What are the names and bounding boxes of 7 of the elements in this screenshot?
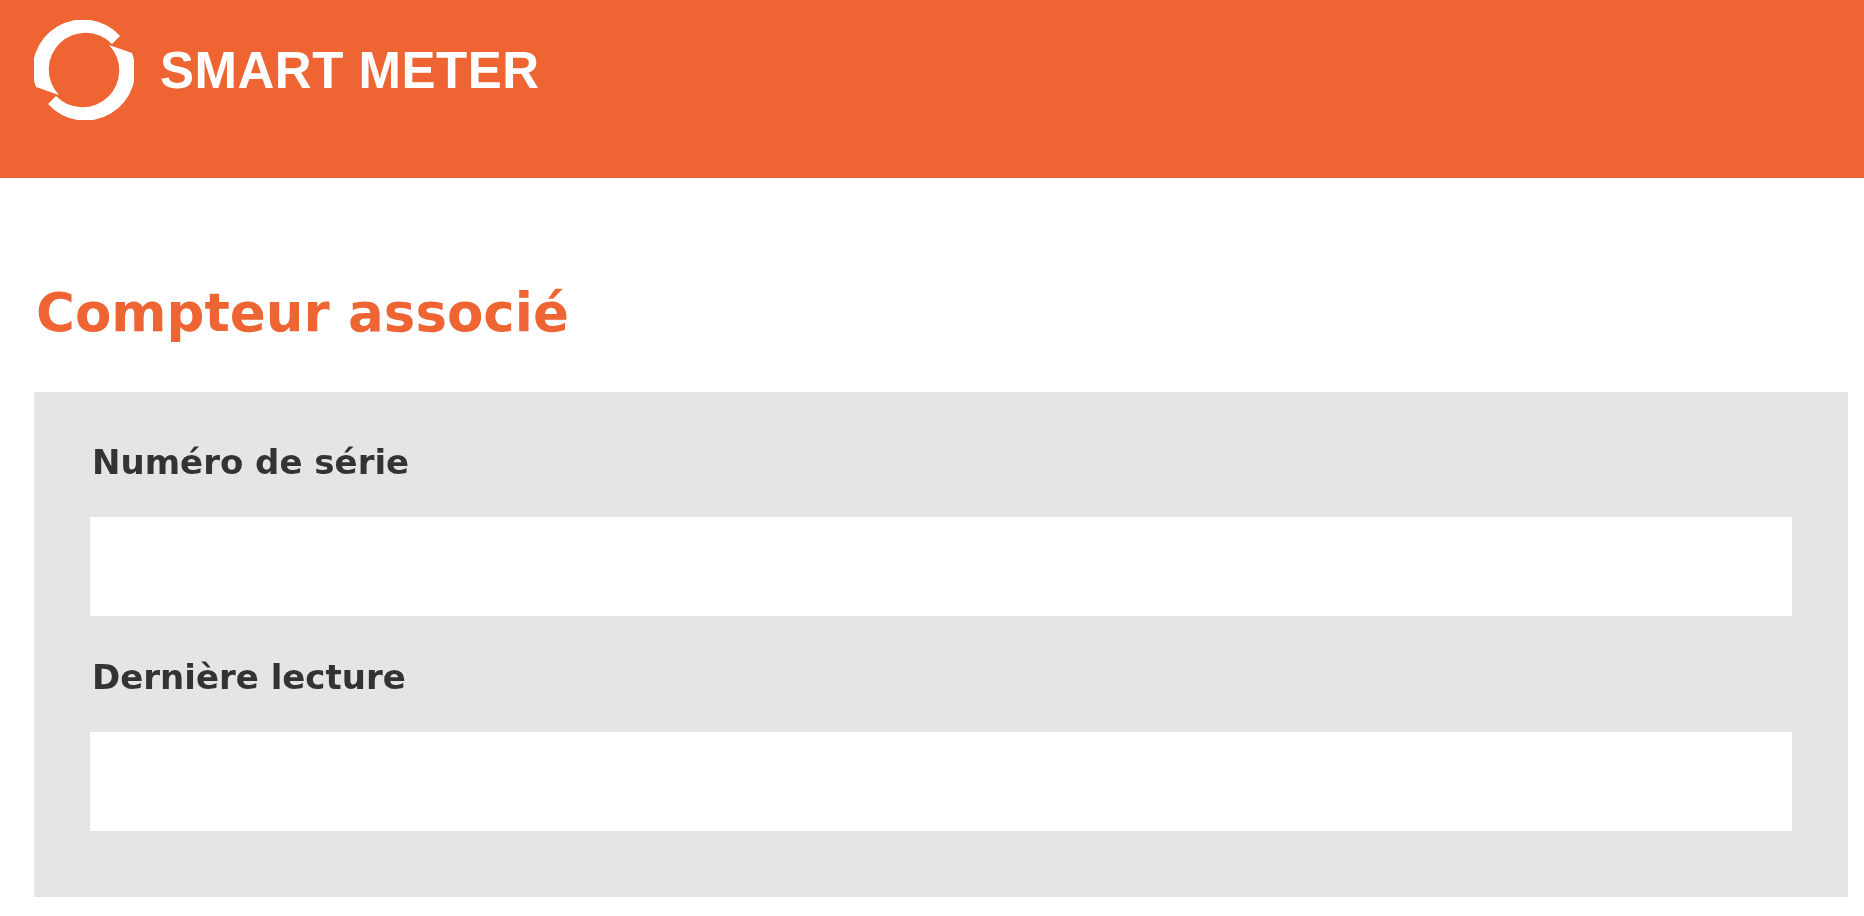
field-label: Dernière lecture [91,656,406,699]
logo-icon [34,20,134,120]
brand-name: SMART METER [160,41,540,101]
field-label: Numéro de série [91,441,410,484]
input-field[interactable] [90,517,1792,616]
section-title: Compteur associé [36,281,569,345]
input-field[interactable] [90,732,1792,831]
